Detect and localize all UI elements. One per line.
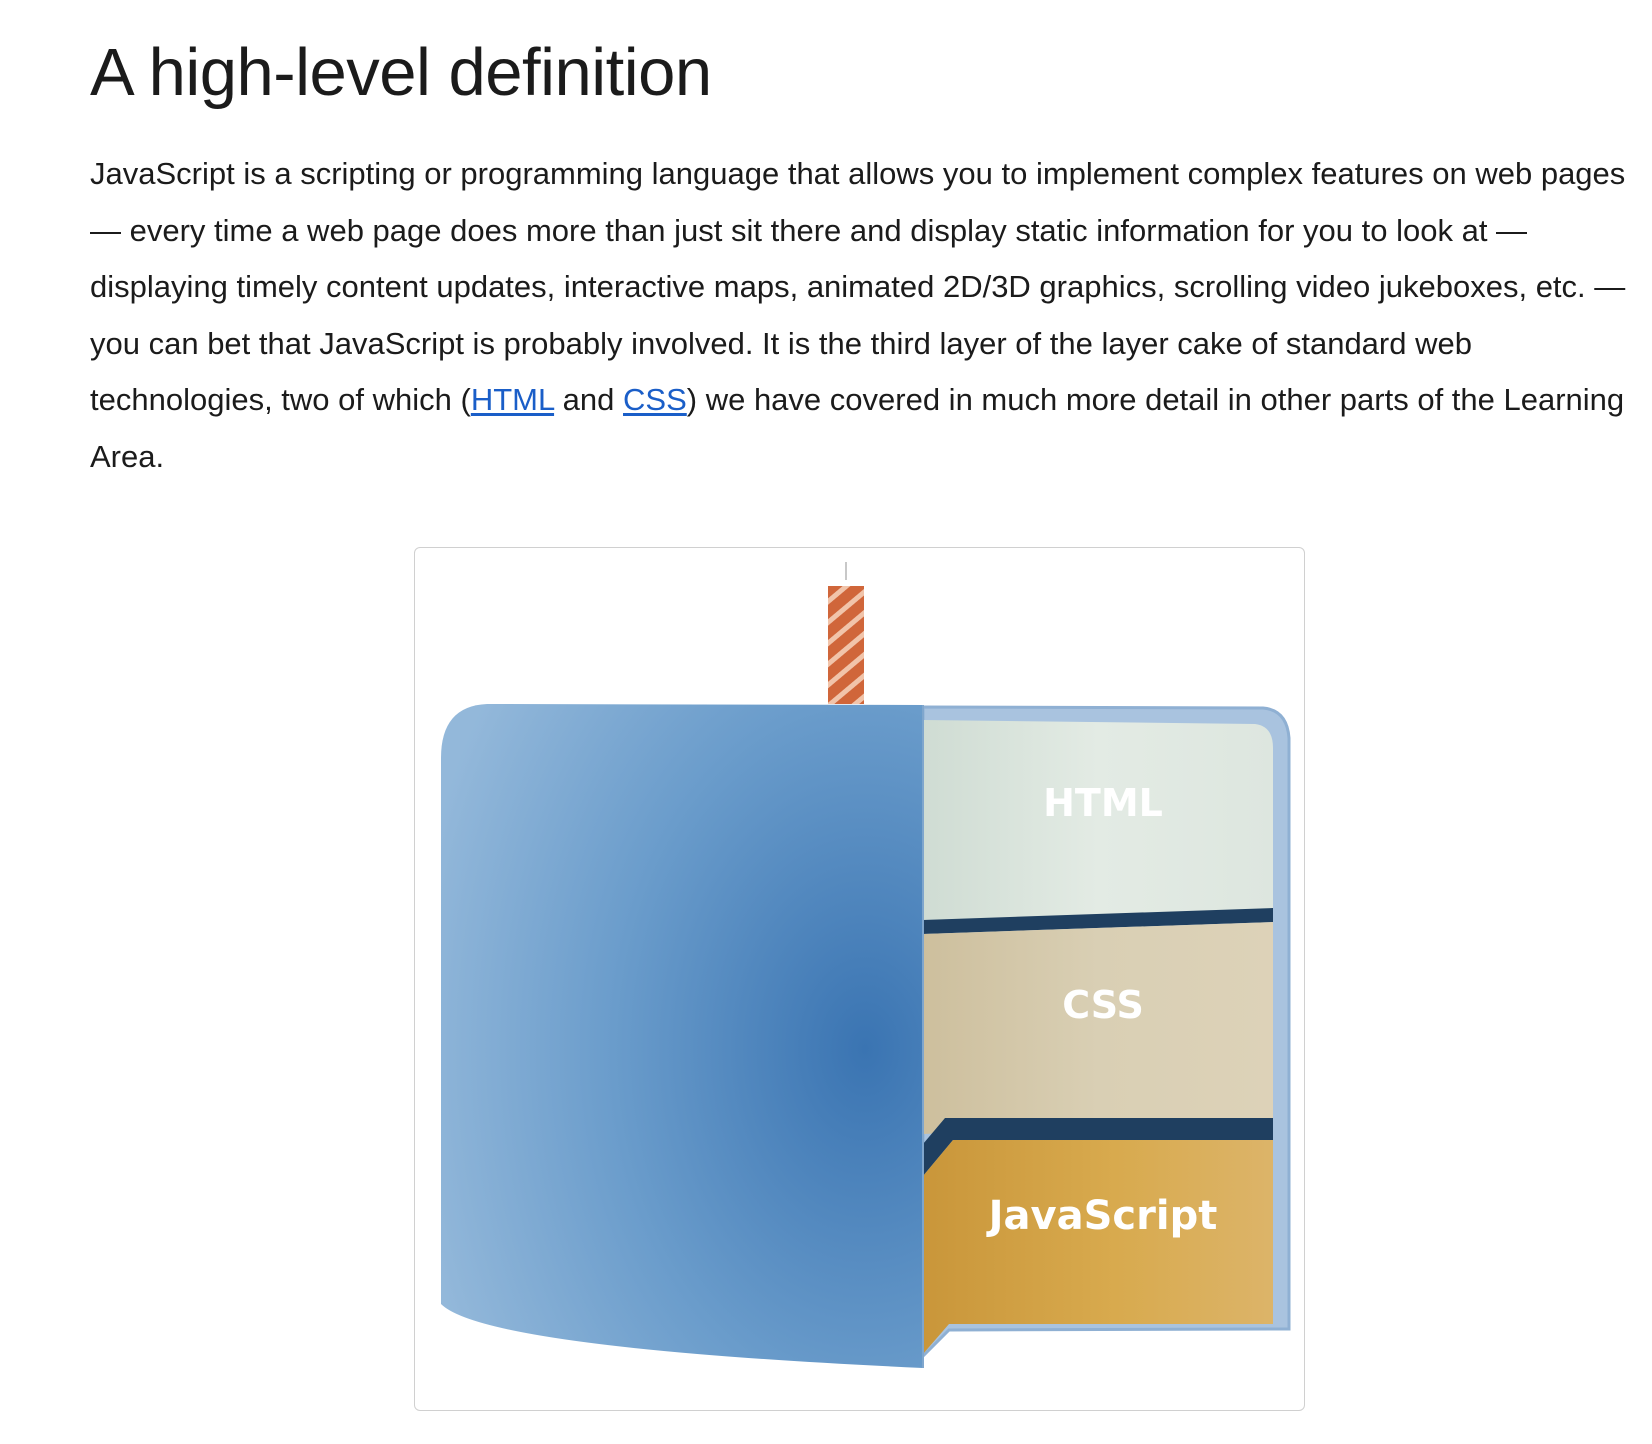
cake-body [441,704,923,1368]
candle [828,586,864,704]
css-layer-label: CSS [1062,983,1144,1027]
layer-cake-illustration: HTML CSS JavaScript [441,562,1291,1368]
javascript-layer-label: JavaScript [986,1193,1218,1239]
page-title: A high-level definition [90,35,712,110]
html-link[interactable]: HTML [471,382,554,417]
css-link[interactable]: CSS [623,382,687,417]
css-layer [923,922,1273,1134]
html-layer-label: HTML [1043,781,1163,825]
paragraph-text: JavaScript is a scripting or programming… [90,156,1626,418]
javascript-layer [923,1140,1273,1354]
layer-cake-figure: HTML CSS JavaScript [414,547,1305,1411]
paragraph-text: and [554,382,624,418]
intro-paragraph: JavaScript is a scripting or programming… [90,146,1650,486]
